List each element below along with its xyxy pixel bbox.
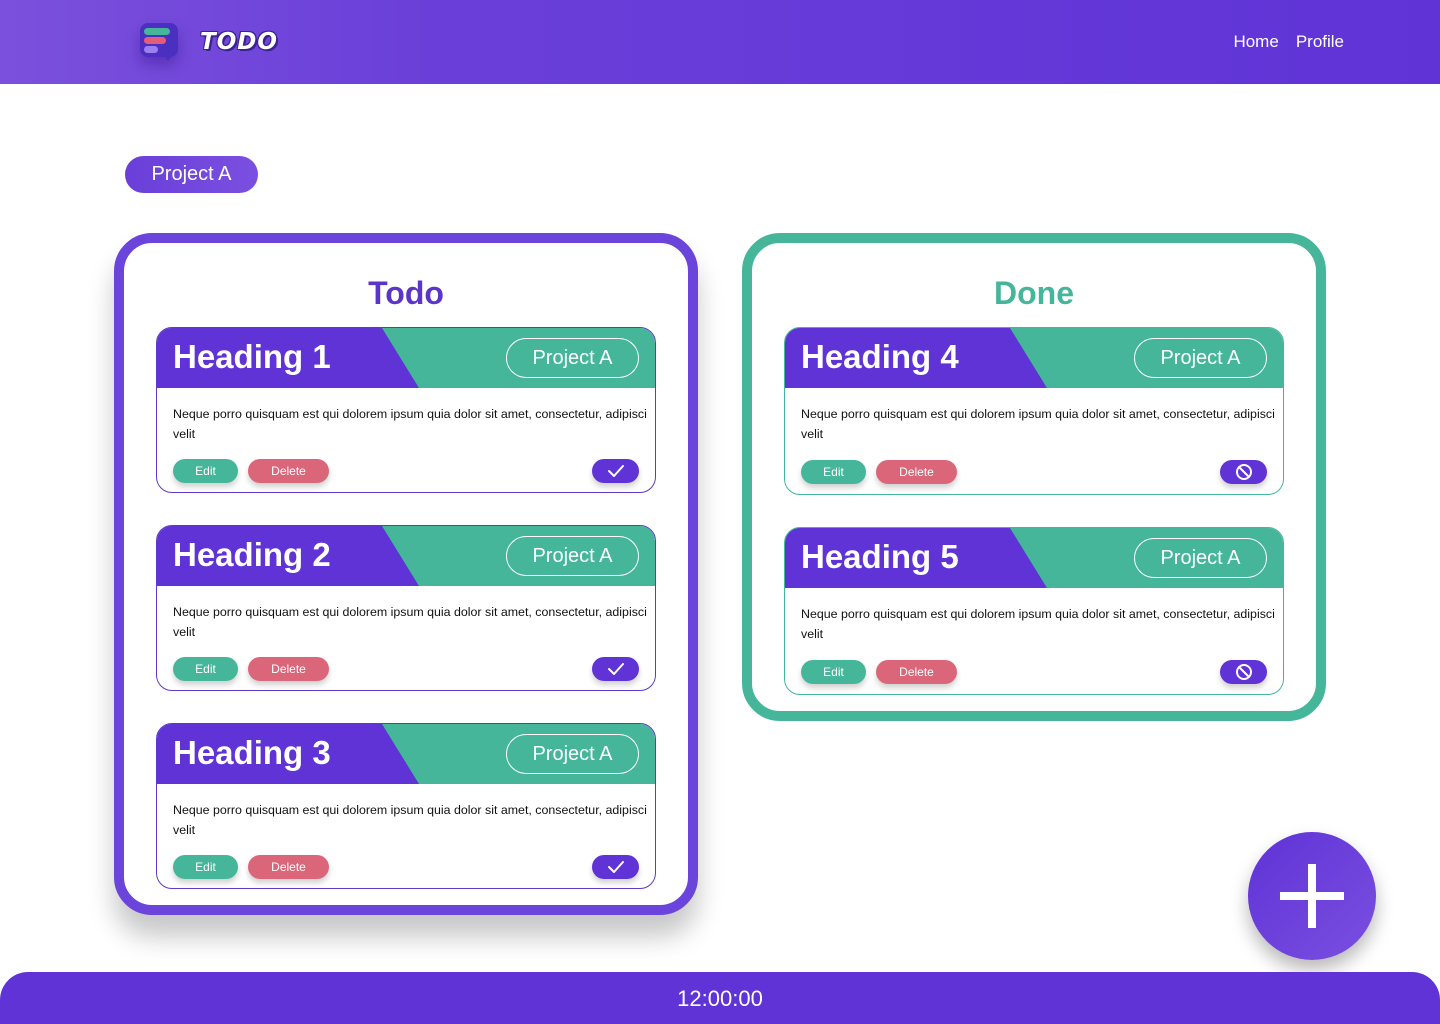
card-description: Neque porro quisquam est qui dolorem ips… (173, 407, 647, 441)
nav-profile-link[interactable]: Profile (1296, 32, 1344, 52)
delete-button[interactable]: Delete (248, 657, 329, 681)
card-project-tag[interactable]: Project A (506, 734, 639, 774)
card-description: Neque porro quisquam est qui dolorem ips… (173, 605, 647, 639)
task-card: Heading 2 Project A Neque porro quisquam… (156, 525, 656, 691)
add-task-button[interactable] (1248, 832, 1376, 960)
card-header: Heading 3 Project A (157, 724, 655, 784)
logo-text: TODO (200, 29, 278, 55)
block-icon (1235, 464, 1252, 480)
done-column-title: Done (994, 275, 1074, 311)
mark-done-button[interactable] (592, 657, 639, 681)
card-project-tag[interactable]: Project A (506, 338, 639, 378)
edit-button[interactable]: Edit (173, 459, 238, 483)
delete-button[interactable]: Delete (876, 660, 957, 684)
plus-icon (1280, 864, 1344, 928)
task-card: Heading 1 Project A Neque porro quisquam… (156, 327, 656, 493)
todo-column: Todo Heading 1 Project A Neque porro qui… (114, 233, 698, 915)
block-icon (1235, 664, 1252, 680)
main-nav: Home Profile (1233, 32, 1344, 52)
check-icon (607, 861, 624, 873)
task-card: Heading 5 Project A Neque porro quisquam… (784, 527, 1284, 695)
card-heading: Heading 3 (173, 734, 331, 771)
task-card: Heading 4 Project A Neque porro quisquam… (784, 327, 1284, 495)
check-icon (607, 465, 624, 477)
card-heading: Heading 2 (173, 536, 331, 573)
task-card: Heading 3 Project A Neque porro quisquam… (156, 723, 656, 889)
clock-display: 12:00:00 (677, 986, 763, 1011)
top-navbar: TODO Home Profile (0, 0, 1440, 84)
delete-button[interactable]: Delete (248, 459, 329, 483)
mark-undone-button[interactable] (1220, 660, 1267, 684)
card-description: Neque porro quisquam est qui dolorem ips… (801, 607, 1275, 641)
mark-undone-button[interactable] (1220, 460, 1267, 484)
logo[interactable]: TODO (138, 20, 278, 64)
project-filter-chip[interactable]: Project A (125, 156, 258, 193)
card-header: Heading 5 Project A (785, 528, 1283, 588)
card-description: Neque porro quisquam est qui dolorem ips… (173, 803, 647, 837)
mark-done-button[interactable] (592, 459, 639, 483)
card-heading: Heading 4 (801, 338, 959, 375)
card-project-tag[interactable]: Project A (506, 536, 639, 576)
card-header: Heading 2 Project A (157, 526, 655, 586)
mark-done-button[interactable] (592, 855, 639, 879)
delete-button[interactable]: Delete (248, 855, 329, 879)
chat-list-logo-icon (138, 20, 182, 64)
card-heading: Heading 5 (801, 538, 959, 575)
card-project-tag[interactable]: Project A (1134, 538, 1267, 578)
todo-column-title: Todo (368, 275, 444, 311)
card-description: Neque porro quisquam est qui dolorem ips… (801, 407, 1275, 441)
footer-bar: 12:00:00 (0, 972, 1440, 1024)
card-header: Heading 4 Project A (785, 328, 1283, 388)
check-icon (607, 663, 624, 675)
edit-button[interactable]: Edit (801, 660, 866, 684)
card-project-tag[interactable]: Project A (1134, 338, 1267, 378)
card-heading: Heading 1 (173, 338, 331, 375)
delete-button[interactable]: Delete (876, 460, 957, 484)
edit-button[interactable]: Edit (173, 657, 238, 681)
edit-button[interactable]: Edit (173, 855, 238, 879)
edit-button[interactable]: Edit (801, 460, 866, 484)
card-header: Heading 1 Project A (157, 328, 655, 388)
nav-home-link[interactable]: Home (1233, 32, 1278, 52)
done-column: Done Heading 4 Project A Neque porro qui… (742, 233, 1326, 721)
